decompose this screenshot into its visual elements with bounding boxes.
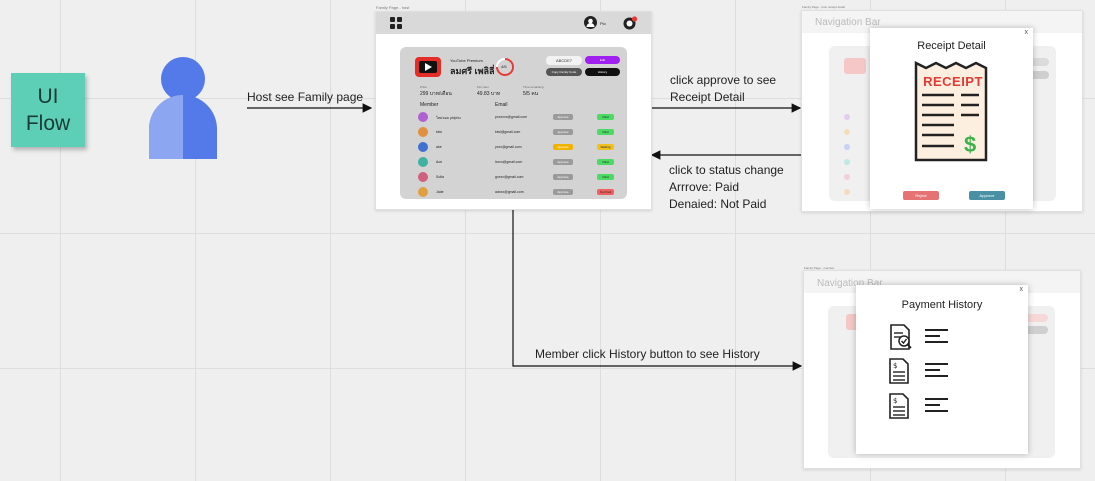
member-avatar <box>418 172 428 182</box>
member-email: gxxxx@gmail.com <box>495 175 524 179</box>
member-email: yxxx@gmail.com <box>495 145 522 149</box>
remaining-label: Time remaining <box>523 85 544 89</box>
per-user-label: Per User <box>477 85 489 89</box>
receipt-close-icon[interactable]: x <box>1025 29 1029 36</box>
receipt-frame-title: Family Page - host receipt detail <box>802 5 845 9</box>
member-status-badge[interactable]: Paid <box>597 114 614 120</box>
family-nav-bar: Pio <box>376 12 651 34</box>
member-row: Sofia gxxxx@gmail.com Approve Paid <box>400 171 627 183</box>
arrow-label-approve-1: click approve to see <box>670 73 777 87</box>
receipt-word: RECEIPT <box>923 74 983 89</box>
history-item-3[interactable]: $ <box>889 393 909 424</box>
menu-grid-icon[interactable] <box>390 17 402 29</box>
arrow-label-status-1: click to status change <box>669 163 784 177</box>
member-status-badge[interactable]: Paid <box>597 159 614 165</box>
member-avatar <box>418 112 428 122</box>
document-check-icon <box>890 324 912 350</box>
avatar-icon[interactable] <box>584 16 597 29</box>
receipt-nav-title: Navigation Bar <box>815 17 881 28</box>
member-row: kiwi kiwi@gmail.com Approve Paid <box>400 126 627 138</box>
member-row: Aon lxxxx@gmail.com Approve Paid <box>400 156 627 168</box>
member-approve-button[interactable]: Approve <box>553 174 573 180</box>
history-item-2[interactable]: $ <box>889 358 909 389</box>
copy-code-button[interactable]: Copy Family Code <box>546 68 582 76</box>
member-status-badge[interactable]: Paid <box>597 174 614 180</box>
edit-button[interactable]: Edit <box>585 56 620 64</box>
member-approve-button[interactable]: Approve <box>553 129 573 135</box>
member-email: kiwi@gmail.com <box>495 130 521 134</box>
per-user-value: 49.83 บาท <box>477 91 501 97</box>
family-card: YouTube Premium ลมศรี เพลิลี่ 4/6 ABCDE7… <box>400 47 627 199</box>
member-email: adxxx@gmail.com <box>495 190 524 194</box>
member-row: Jade adxxx@gmail.com Approve Not Paid <box>400 186 627 198</box>
member-status-badge[interactable]: Not Paid <box>597 189 614 195</box>
receipt-modal: x Receipt Detail RECEIPT $ Reject Approv… <box>870 28 1033 209</box>
document-dollar-icon: $ <box>889 393 909 419</box>
member-status-badge[interactable]: Waiting <box>597 144 614 150</box>
youtube-icon <box>415 57 441 77</box>
member-name: kiwi <box>436 130 442 134</box>
member-approve-button[interactable]: Approve <box>553 144 573 150</box>
lines-icon <box>925 329 948 343</box>
history-item-1[interactable] <box>889 324 913 355</box>
document-dollar-icon: $ <box>889 358 909 384</box>
family-code-box[interactable]: ABCDE7 <box>546 56 582 65</box>
member-name: ake <box>436 145 442 149</box>
arrow-label-approve-2: Receipt Detail <box>670 90 745 104</box>
remaining-value: 5/5 คน <box>523 91 539 97</box>
member-approve-button[interactable]: Approve <box>553 159 573 165</box>
app-label: YouTube Premium <box>450 58 483 63</box>
nav-user-name: Pio <box>600 21 606 26</box>
member-row: ake yxxx@gmail.com Approve Waiting <box>400 141 627 153</box>
svg-text:$: $ <box>893 397 897 405</box>
reject-button[interactable]: Reject <box>903 191 939 200</box>
receipt-modal-title: Receipt Detail <box>917 40 986 52</box>
history-modal-title: Payment History <box>901 299 983 311</box>
arrow-label-host: Host see Family page <box>247 90 364 104</box>
member-approve-button[interactable]: Approve <box>553 114 573 120</box>
receipt-page-frame[interactable]: Navigation Bar x Receipt Detail RECEIPT … <box>801 10 1083 212</box>
member-approve-button[interactable]: Approve <box>553 189 573 195</box>
member-header: Member <box>420 102 439 108</box>
member-row: ใหม่หอม phiphu pxxxxxx@gmail.com Approve… <box>400 111 627 123</box>
member-avatar <box>418 187 428 197</box>
dollar-icon: $ <box>964 132 977 157</box>
lines-icon <box>925 398 948 412</box>
family-page-frame[interactable]: Pio YouTube Premium ลมศรี เพลิลี่ 4/6 AB… <box>375 11 652 210</box>
arrow-label-history: Member click History button to see Histo… <box>535 347 760 361</box>
member-status-badge[interactable]: Paid <box>597 129 614 135</box>
history-button[interactable]: History <box>585 68 620 76</box>
member-email: pxxxxxx@gmail.com <box>495 115 527 119</box>
svg-text:$: $ <box>893 362 897 370</box>
bell-icon[interactable] <box>623 16 638 30</box>
member-email: lxxxx@gmail.com <box>495 160 523 164</box>
member-name: Aon <box>436 160 443 164</box>
price-label: Price <box>420 85 427 89</box>
member-avatar <box>418 157 428 167</box>
history-page-frame[interactable]: Navigation Bar x Payment History $ $ <box>803 270 1081 469</box>
arrow-label-status-2: Arrrove: Paid <box>669 180 740 194</box>
member-avatar <box>418 142 428 152</box>
price-value: 299 บาท/เดือน <box>420 91 452 97</box>
history-close-icon[interactable]: x <box>1020 286 1024 293</box>
history-modal: x Payment History $ $ <box>856 285 1028 454</box>
member-avatar <box>418 127 428 137</box>
member-name: Sofia <box>436 175 444 179</box>
app-name: ลมศรี เพลิลี่ <box>450 66 495 76</box>
approve-button[interactable]: Approve <box>969 191 1005 200</box>
member-count: 4/6 <box>501 64 507 69</box>
member-name: ใหม่หอม phiphu <box>436 116 461 120</box>
member-name: Jade <box>436 190 444 194</box>
email-header: Email <box>495 102 508 108</box>
family-frame-title: Family Page - host <box>376 5 410 10</box>
arrow-label-status-3: Denaied: Not Paid <box>669 197 767 211</box>
lines-icon <box>925 363 948 377</box>
